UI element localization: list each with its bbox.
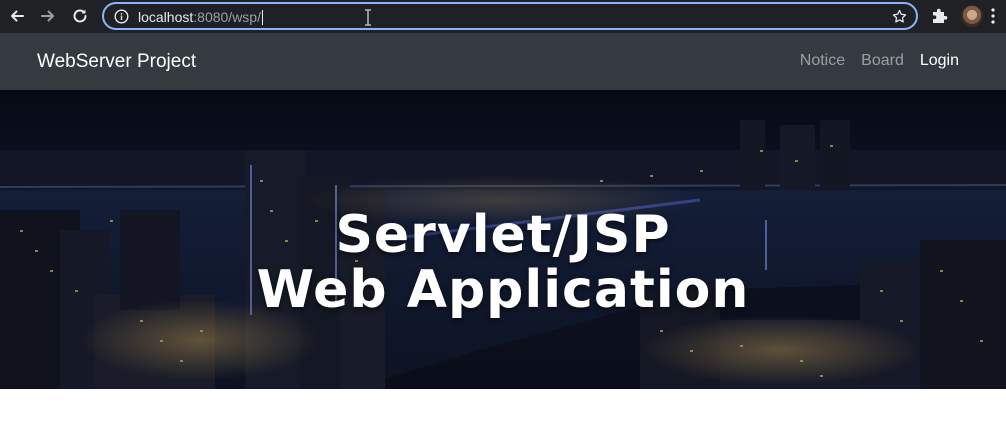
nav-link-notice[interactable]: Notice bbox=[800, 52, 845, 70]
address-bar[interactable]: localhost:8080/wsp/ bbox=[102, 2, 918, 30]
url-text[interactable]: localhost:8080/wsp/ bbox=[138, 9, 263, 25]
avatar[interactable] bbox=[961, 5, 983, 27]
nav-link-board[interactable]: Board bbox=[861, 52, 904, 70]
nav-link-login[interactable]: Login bbox=[920, 52, 959, 70]
hero-title: Servlet/JSP Web Application bbox=[0, 208, 1006, 318]
site-navbar: WebServer Project Notice Board Login bbox=[0, 33, 1006, 90]
hero-banner: Servlet/JSP Web Application bbox=[0, 90, 1006, 389]
url-host: localhost bbox=[138, 9, 194, 25]
puzzle-icon[interactable] bbox=[930, 6, 950, 26]
hero-title-line1: Servlet/JSP bbox=[335, 205, 671, 265]
back-button[interactable] bbox=[4, 3, 30, 29]
star-icon[interactable] bbox=[891, 8, 908, 25]
page-content-area bbox=[0, 389, 1006, 432]
reload-icon bbox=[73, 9, 87, 23]
arrow-left-icon bbox=[11, 10, 24, 22]
text-cursor-icon bbox=[365, 9, 371, 26]
navbar-brand[interactable]: WebServer Project bbox=[37, 51, 196, 73]
url-path: :8080/wsp/ bbox=[193, 9, 261, 25]
reload-button[interactable] bbox=[67, 3, 93, 29]
kebab-menu-icon[interactable] bbox=[990, 7, 996, 25]
forward-button[interactable] bbox=[35, 3, 61, 29]
text-caret bbox=[261, 10, 263, 25]
info-icon[interactable] bbox=[114, 9, 129, 24]
arrow-right-icon bbox=[41, 10, 54, 22]
hero-title-line2: Web Application bbox=[256, 260, 750, 320]
nav-links: Notice Board Login bbox=[800, 52, 959, 70]
browser-toolbar: localhost:8080/wsp/ bbox=[0, 0, 1006, 33]
